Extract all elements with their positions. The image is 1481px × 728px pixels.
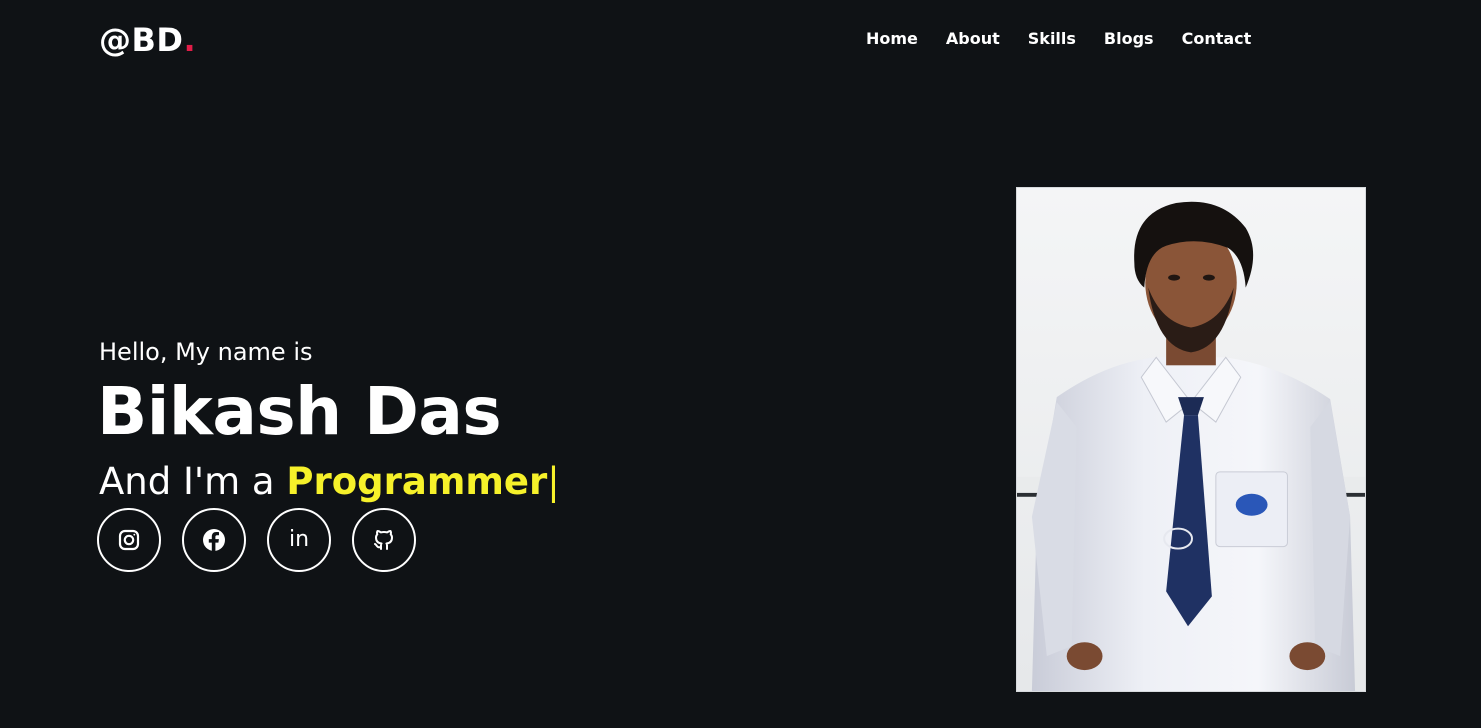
facebook-button[interactable] xyxy=(182,508,246,572)
nav-home-link[interactable]: Home xyxy=(866,28,918,50)
github-icon xyxy=(372,528,396,552)
hero-name: Bikash Das xyxy=(97,373,502,450)
github-button[interactable] xyxy=(352,508,416,572)
linkedin-icon: in xyxy=(288,527,310,552)
logo-text: @BD xyxy=(99,21,184,59)
nav-about-link[interactable]: About xyxy=(946,28,1000,50)
linkedin-button[interactable]: in xyxy=(267,508,331,572)
logo-dot: . xyxy=(183,21,197,59)
nav-blogs-link[interactable]: Blogs xyxy=(1104,28,1154,50)
main-nav: Home About Skills Blogs Contact xyxy=(866,28,1251,50)
social-links: in xyxy=(97,508,416,572)
hero-role: And I'm a Programmer| xyxy=(99,460,560,504)
role-prefix: And I'm a xyxy=(99,460,287,503)
instagram-icon xyxy=(117,528,141,552)
hero-greeting: Hello, My name is xyxy=(99,338,313,366)
nav-contact-link[interactable]: Contact xyxy=(1182,28,1252,50)
site-logo[interactable]: @BD. xyxy=(99,20,196,60)
page: @BD. Home About Skills Blogs Contact Hel… xyxy=(0,0,1481,728)
facebook-icon xyxy=(202,528,226,552)
profile-photo xyxy=(1016,187,1366,692)
instagram-button[interactable] xyxy=(97,508,161,572)
typing-cursor: | xyxy=(547,460,560,503)
nav-skills-link[interactable]: Skills xyxy=(1028,28,1076,50)
role-highlight: Programmer xyxy=(286,460,548,503)
